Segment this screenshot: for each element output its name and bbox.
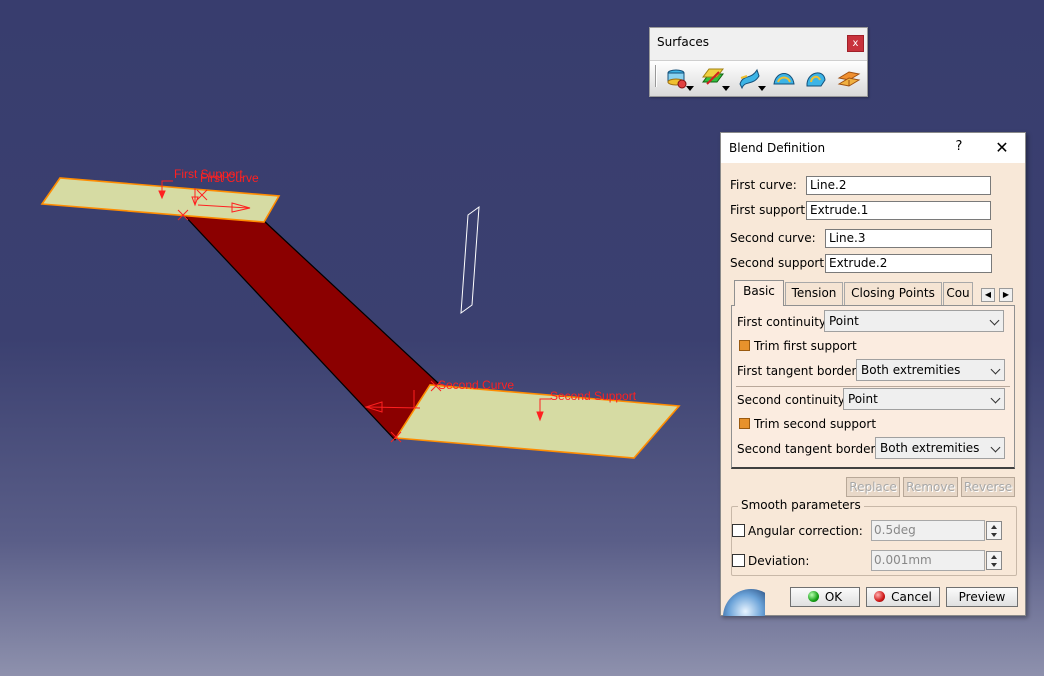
blend-definition-dialog[interactable]: Blend Definition ? ✕ First curve: Line.2… [720, 132, 1026, 616]
replace-button[interactable]: Replace [846, 477, 900, 497]
spin-up-icon [991, 555, 997, 559]
first-curve-label: First curve: [730, 178, 797, 192]
second-support-surface[interactable] [394, 384, 681, 459]
toolbar-grip[interactable] [655, 65, 657, 87]
second-tangent-borders-label: Second tangent borders: [737, 442, 886, 456]
ok-label: OK [824, 590, 843, 604]
spin-down-icon [991, 533, 997, 537]
cancel-label: Cancel [891, 590, 932, 604]
second-support-label: Second Support [550, 389, 637, 403]
cancel-button[interactable]: Cancel [866, 587, 940, 607]
separator [736, 386, 1010, 387]
toolbar-title: Surfaces [657, 35, 709, 49]
first-tangent-borders-label: First tangent borders: [737, 364, 867, 378]
help-button[interactable]: ? [951, 139, 967, 154]
second-curve-label: Second Curve [438, 378, 514, 392]
tab-basic[interactable]: Basic [734, 280, 784, 306]
second-support-field[interactable]: Extrude.2 [825, 254, 992, 273]
trim-first-support-checkbox[interactable] [739, 340, 750, 351]
angular-correction-input[interactable]: 0.5deg [871, 520, 985, 541]
first-support-label: First support: [730, 203, 810, 217]
green-light-icon [807, 591, 819, 602]
second-continuity-select[interactable]: Point [843, 388, 1005, 410]
deviation-checkbox[interactable] [732, 554, 745, 567]
toolbar-close-button[interactable]: x [847, 35, 864, 52]
offset-surface-icon[interactable] [698, 64, 730, 92]
dialog-titlebar[interactable]: Blend Definition ? ✕ [721, 133, 1025, 163]
sweep-surface-icon[interactable] [734, 64, 766, 92]
extrude-surface-icon[interactable] [662, 64, 694, 92]
basic-tab-panel: First continuity: Point Trim first suppo… [731, 305, 1015, 469]
globe-logo [721, 583, 765, 616]
smooth-parameters-title: Smooth parameters [738, 498, 864, 512]
second-tangent-borders-value: Both extremities [880, 441, 980, 455]
first-tangent-borders-select[interactable]: Both extremities [856, 359, 1005, 381]
second-tangent-borders-select[interactable]: Both extremities [875, 437, 1005, 459]
blend-surface[interactable] [182, 207, 439, 441]
chevron-down-icon [990, 364, 1001, 375]
reverse-button[interactable]: Reverse [961, 477, 1015, 497]
ok-button[interactable]: OK [790, 587, 860, 607]
chevron-down-icon [990, 393, 1001, 404]
angular-correction-label: Angular correction: [748, 524, 863, 538]
multi-section-surface-icon[interactable] [801, 64, 831, 92]
spin-up-icon [991, 525, 997, 529]
remove-button[interactable]: Remove [903, 477, 958, 497]
first-support-field[interactable]: Extrude.1 [806, 201, 991, 220]
second-continuity-value: Point [848, 392, 878, 406]
first-tangent-borders-value: Both extremities [861, 363, 961, 377]
fill-surface-icon[interactable] [769, 64, 799, 92]
first-continuity-value: Point [829, 314, 859, 328]
red-light-icon [874, 591, 886, 602]
plane-outline[interactable] [460, 205, 480, 315]
blend-surface-icon[interactable] [834, 64, 864, 92]
first-curve-label: First Curve [200, 171, 259, 185]
trim-second-support-checkbox[interactable] [739, 418, 750, 429]
deviation-input[interactable]: 0.001mm [871, 550, 985, 571]
deviation-label: Deviation: [748, 554, 810, 568]
angular-correction-checkbox[interactable] [732, 524, 745, 537]
first-continuity-select[interactable]: Point [824, 310, 1004, 332]
chevron-down-icon [990, 442, 1001, 453]
tab-scroll-left-icon[interactable]: ◀ [981, 288, 995, 302]
second-continuity-label: Second continuity: [737, 393, 849, 407]
surfaces-toolbar[interactable]: Surfaces x [649, 27, 868, 97]
tab-closing-points[interactable]: Closing Points [844, 282, 942, 305]
second-curve-field[interactable]: Line.3 [825, 229, 992, 248]
trim-second-support-label: Trim second support [754, 417, 877, 431]
angular-correction-spinner[interactable] [986, 521, 1002, 540]
deviation-spinner[interactable] [986, 551, 1002, 570]
close-icon[interactable]: ✕ [993, 138, 1011, 157]
preview-button[interactable]: Preview [946, 587, 1018, 607]
tab-coupling[interactable]: Cou [943, 282, 973, 305]
toolbar-icon-row [650, 60, 867, 96]
first-curve-field[interactable]: Line.2 [806, 176, 991, 195]
first-continuity-label: First continuity: [737, 315, 830, 329]
tab-scroll-right-icon[interactable]: ▶ [999, 288, 1013, 302]
chevron-down-icon [989, 315, 1000, 326]
second-support-label: Second support: [730, 256, 829, 270]
trim-first-support-label: Trim first support [754, 339, 857, 353]
dialog-title: Blend Definition [729, 141, 826, 155]
second-curve-label: Second curve: [730, 231, 816, 245]
spin-down-icon [991, 563, 997, 567]
tab-tension[interactable]: Tension [785, 282, 843, 305]
